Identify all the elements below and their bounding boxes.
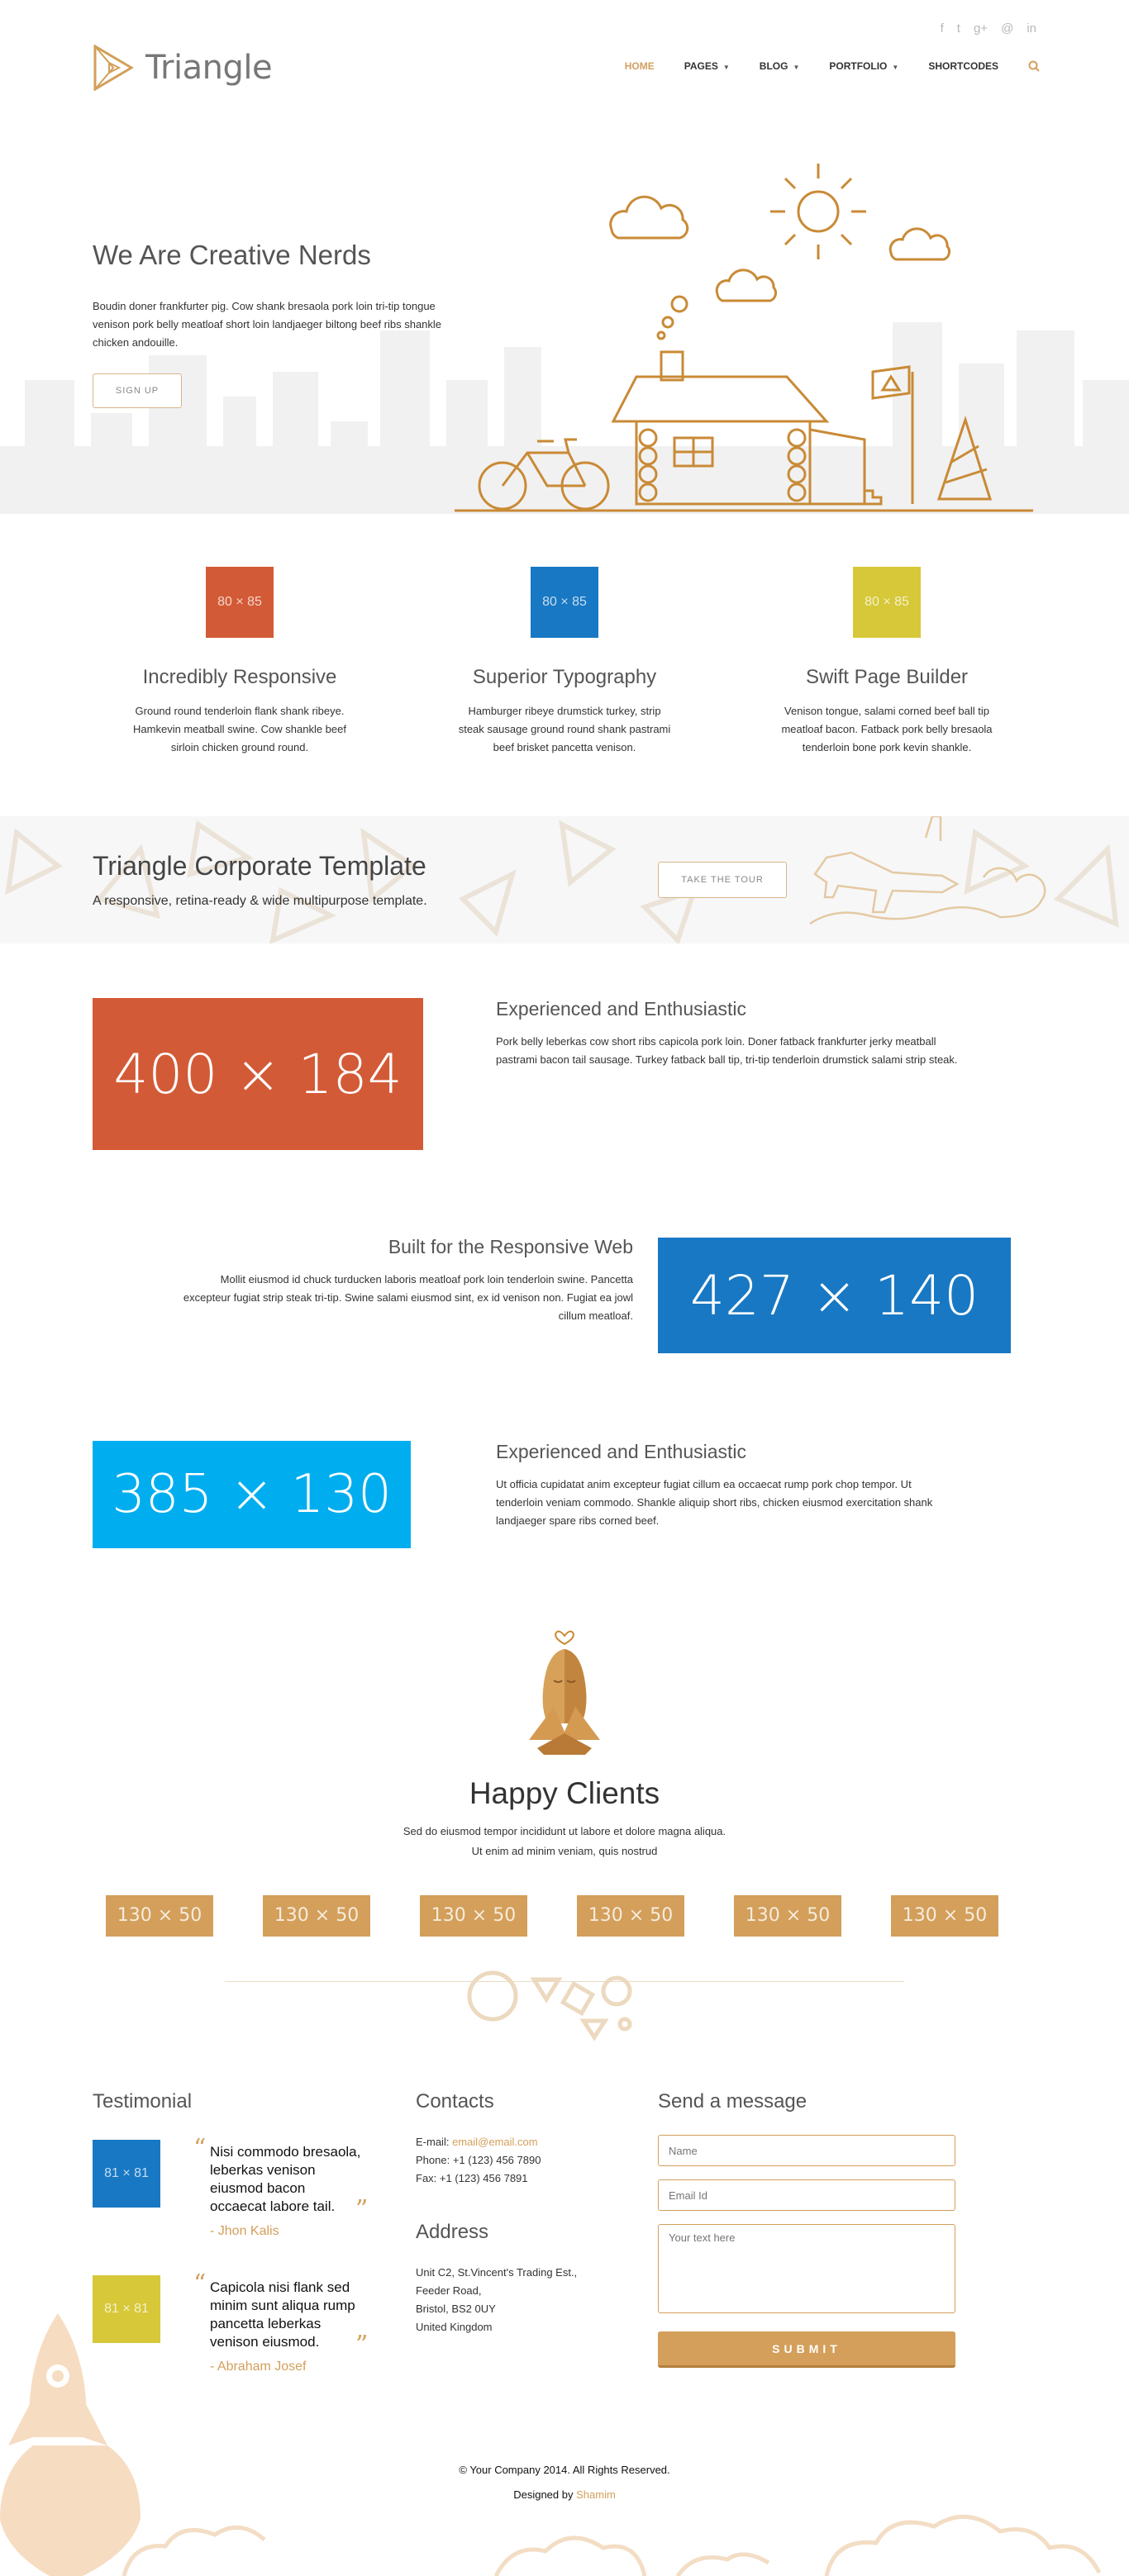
feature-text: Ground round tenderloin flank shank ribe… [133,705,346,753]
contact-fax: Fax: +1 (123) 456 7891 [416,2172,528,2184]
row-title: Experienced and Enthusiastic [496,1441,747,1462]
hero-title: We Are Creative Nerds [93,240,371,270]
logo[interactable]: Triangle [93,45,273,91]
testimonial-heading: Testimonial [93,2090,193,2113]
happy-clients-text-line: Ut enim ad minim veniam, quis nostrud [471,1845,658,1857]
row-text: Pork belly leberkas cow short ribs capic… [496,1035,958,1066]
dribbble-icon[interactable]: @ [1001,21,1013,36]
happy-clients-title: Happy Clients [469,1776,660,1810]
testimonial-avatar: 81 × 81 [93,2140,160,2208]
feature-text: Venison tongue, salami corned beef ball … [781,705,993,753]
email-label: E-mail: [416,2136,450,2148]
feature-responsive: 80 × 85 Incredibly Responsive Ground rou… [116,567,364,757]
designer-credit: Designed by Shamim [0,2488,1129,2501]
feature-title: Superior Typography [472,666,657,688]
row-text: Ut officia cupidatat anim excepteur fugi… [496,1478,933,1527]
main-nav: HOME PAGES ▼ BLOG ▼ PORTFOLIO ▼ SHORTCODES [625,60,1040,72]
feature-typography: 80 × 85 Superior Typography Hamburger ri… [441,567,688,757]
designed-by-label: Designed by [513,2488,574,2501]
nav-blog[interactable]: BLOG ▼ [760,60,800,72]
feature-title: Swift Page Builder [805,666,969,688]
client-logo[interactable]: 130 × 50 [420,1895,527,1937]
client-logo[interactable]: 130 × 50 [263,1895,370,1937]
nav-portfolio-label: PORTFOLIO [829,60,888,72]
chevron-down-icon: ▼ [722,64,730,71]
message-field[interactable] [658,2224,955,2313]
nav-blog-label: BLOG [759,60,788,72]
designer-link[interactable]: Shamim [576,2488,616,2501]
quote-close-icon: ” [355,2195,369,2224]
chevron-down-icon: ▼ [892,64,899,71]
row-image: 400 × 184 [93,998,423,1150]
nav-shortcodes[interactable]: SHORTCODES [928,60,998,72]
facebook-icon[interactable]: f [941,21,944,36]
copyright: © Your Company 2014. All Rights Reserved… [459,2464,670,2476]
banner-title: Triangle Corporate Template [93,851,426,881]
nav-pages[interactable]: PAGES ▼ [684,60,730,72]
quote-open-icon: “ [193,2134,207,2163]
testimonial-author: - Jhon Kalis [210,2224,279,2238]
feature-image: 80 × 85 [206,567,274,638]
social-links: f t g+ @ in [941,21,1036,36]
contact-email-line: E-mail: email@email.com [416,2133,541,2151]
feature-text: Hamburger ribeye drumstick turkey, strip… [458,705,671,753]
google-plus-icon[interactable]: g+ [974,21,988,36]
feature-image: 80 × 85 [853,567,921,638]
row-title: Experienced and Enthusiastic [496,998,747,1019]
testimonial-quote: Nisi commodo bresaola, leberkas venison … [210,2144,361,2214]
client-logo[interactable]: 130 × 50 [891,1895,998,1937]
hero-text: Boudin doner frankfurter pig. Cow shank … [93,300,442,349]
nav-pages-label: PAGES [684,60,718,72]
email-field[interactable] [658,2179,955,2211]
contacts-heading: Contacts [416,2090,494,2113]
feature-title: Incredibly Responsive [142,666,337,688]
linkedin-icon[interactable]: in [1027,21,1036,36]
footer-decoration [0,2313,1102,2576]
triangle-logo-icon [93,45,134,91]
send-message-heading: Send a message [658,2090,807,2113]
quote-open-icon: “ [193,2269,207,2298]
contact-details: E-mail: email@email.com Phone: +1 (123) … [416,2133,541,2188]
feature-image: 80 × 85 [531,567,598,638]
nav-portfolio[interactable]: PORTFOLIO ▼ [829,60,898,72]
search-icon[interactable] [1028,60,1040,72]
address-heading: Address [416,2221,489,2243]
name-field[interactable] [658,2135,955,2166]
address-line: Feeder Road, [416,2284,482,2297]
brand-name: Triangle [145,49,273,87]
banner-subtitle: A responsive, retina-ready & wide multip… [93,894,427,908]
client-logo[interactable]: 130 × 50 [734,1895,841,1937]
contact-phone: Phone: +1 (123) 456 7890 [416,2154,541,2166]
meditating-figure-illustration [529,1630,600,1755]
twitter-icon[interactable]: t [957,21,960,36]
nav-home[interactable]: HOME [625,60,655,72]
happy-clients-text-line: Sed do eiusmod tempor incididunt ut labo… [403,1825,726,1837]
shapes-decoration [467,1970,632,2041]
happy-clients-text: Sed do eiusmod tempor incididunt ut labo… [380,1822,749,1861]
email-link[interactable]: email@email.com [452,2136,538,2148]
client-logo[interactable]: 130 × 50 [577,1895,684,1937]
row-title: Built for the Responsive Web [388,1236,633,1257]
chevron-down-icon: ▼ [793,64,800,71]
row-text: Mollit eiusmod id chuck turducken labori… [183,1273,633,1322]
client-logo[interactable]: 130 × 50 [106,1895,213,1937]
row-image: 427 × 140 [658,1238,1011,1353]
take-the-tour-button[interactable]: TAKE THE TOUR [658,862,787,898]
feature-page-builder: 80 × 85 Swift Page Builder Venison tongu… [763,567,1011,757]
row-image: 385 × 130 [93,1441,411,1548]
address-line: Unit C2, St.Vincent's Trading Est., [416,2266,578,2279]
sign-up-button[interactable]: SIGN UP [93,373,182,408]
